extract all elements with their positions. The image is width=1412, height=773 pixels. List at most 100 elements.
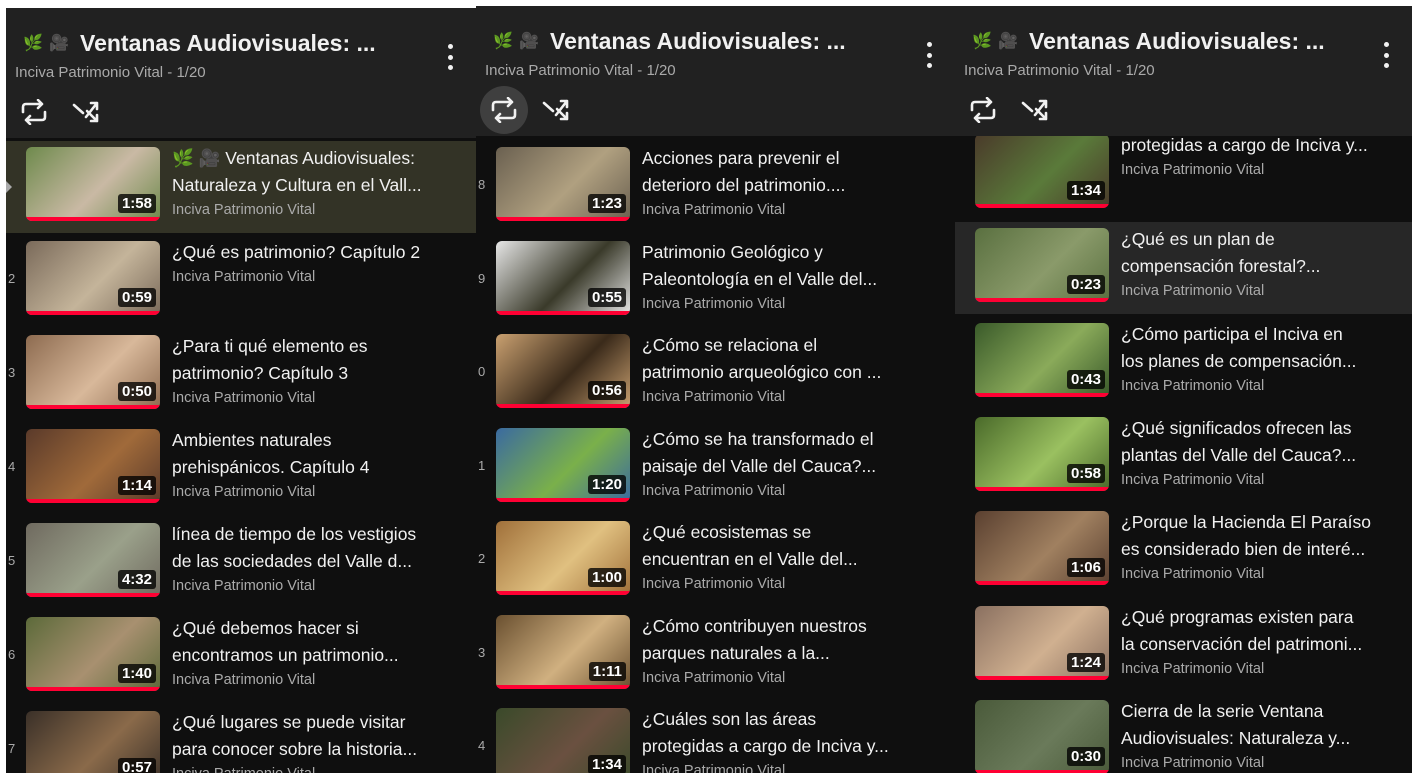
video-title[interactable]: Acciones para prevenir el deterioro del p…	[642, 145, 947, 199]
loop-button[interactable]	[14, 92, 54, 132]
channel-name[interactable]: Inciva Patrimonio Vital	[1121, 566, 1404, 582]
video-title[interactable]: ¿Cómo se ha transformado el paisaje del V…	[642, 426, 947, 480]
video-title[interactable]: protegidas a cargo de Inciva y...	[1121, 136, 1404, 159]
channel-name[interactable]: Inciva Patrimonio Vital	[1121, 162, 1404, 178]
video-title[interactable]: ¿Qué es patrimonio? Capítulo 2	[172, 239, 468, 266]
video-thumbnail[interactable]: 1:00	[496, 521, 630, 595]
playlist-item[interactable]: 0:30 Cierra de la serie Ventana Audiovisua…	[955, 694, 1412, 773]
channel-name[interactable]: Inciva Patrimonio Vital	[172, 390, 468, 406]
more-vert-icon[interactable]	[448, 44, 454, 70]
video-thumbnail[interactable]: 1:11	[496, 614, 630, 689]
video-thumbnail[interactable]: 0:23	[975, 228, 1109, 303]
playlist-item[interactable]: 6 1:40 ¿Qué debemos hacer si encontramos un…	[6, 611, 476, 703]
channel-name[interactable]: Inciva Patrimonio Vital	[642, 296, 947, 312]
channel-name[interactable]: Inciva Patrimonio Vital	[172, 766, 468, 773]
playlist-item[interactable]: 4 1:34 ¿Cuáles son las áreas protegidas a c…	[476, 702, 955, 773]
channel-name[interactable]: Inciva Patrimonio Vital	[172, 578, 468, 594]
playlist-title-row[interactable]: 🌿 🎥 Ventanas Audiovisuales: ...	[969, 24, 1372, 58]
playlist-item[interactable]: 0:43 ¿Cómo participa el Inciva en los plan…	[955, 317, 1412, 409]
channel-name[interactable]: Inciva Patrimonio Vital	[642, 483, 947, 499]
video-title[interactable]: Cierra de la serie Ventana Audiovisuales:…	[1121, 698, 1404, 752]
video-thumbnail[interactable]: 0:55	[496, 240, 630, 315]
playlist-item[interactable]: 1:34 protegidas a cargo de Inciva y... Inc…	[955, 136, 1412, 220]
playlist-item[interactable]: 7 0:57 ¿Qué lugares se puede visitar para c…	[6, 705, 476, 773]
video-title[interactable]: 🌿 🎥 Ventanas Audiovisuales: Naturaleza y …	[172, 145, 468, 199]
video-title[interactable]: ¿Porque la Hacienda El Paraíso es conside…	[1121, 509, 1404, 563]
video-thumbnail[interactable]: 1:24	[975, 605, 1109, 680]
video-title[interactable]: Ambientes naturales prehispánicos. Capítu…	[172, 427, 468, 481]
playlist-item[interactable]: 5 4:32 línea de tiempo de los vestigios de …	[6, 517, 476, 609]
video-title[interactable]: ¿Cómo contribuyen nuestros parques natura…	[642, 613, 947, 667]
video-thumbnail[interactable]: 1:23	[496, 147, 630, 221]
playlist-item[interactable]: 1 1:20 ¿Cómo se ha transformado el paisaje …	[476, 422, 955, 514]
video-thumbnail[interactable]: 0:56	[496, 334, 630, 408]
shuffle-button[interactable]	[536, 90, 576, 130]
video-title[interactable]: ¿Qué programas existen para la conservaci…	[1121, 604, 1404, 658]
video-title[interactable]: línea de tiempo de los vestigios de las s…	[172, 521, 468, 575]
channel-name[interactable]: Inciva Patrimonio Vital	[1121, 378, 1404, 394]
video-thumbnail[interactable]: 1:34	[496, 708, 630, 773]
playlist-item[interactable]: 0:58 ¿Qué significados ofrecen las plantas…	[955, 411, 1412, 503]
channel-name[interactable]: Inciva Patrimonio Vital	[642, 763, 947, 773]
video-title[interactable]: ¿Cómo se relaciona el patrimonio arqueoló…	[642, 332, 947, 386]
video-thumbnail[interactable]: 0:30	[975, 699, 1109, 773]
playlist-item[interactable]: 2 1:00 ¿Qué ecosistemas se encuentran en el…	[476, 515, 955, 607]
channel-name[interactable]: Inciva Patrimonio Vital	[1121, 755, 1404, 771]
playlist-title[interactable]: Ventanas Audiovisuales: ...	[80, 30, 376, 57]
channel-name[interactable]: Inciva Patrimonio Vital	[172, 484, 468, 500]
video-title[interactable]: ¿Cuáles son las áreas protegidas a cargo …	[642, 706, 947, 760]
video-title[interactable]: ¿Qué lugares se puede visitar para conoce…	[172, 709, 468, 763]
playlist-subtitle[interactable]: Inciva Patrimonio Vital - 1/20	[485, 62, 676, 79]
video-thumbnail[interactable]: 0:59	[26, 241, 160, 315]
video-title[interactable]: Patrimonio Geológico y Paleontología en e…	[642, 239, 947, 293]
channel-name[interactable]: Inciva Patrimonio Vital	[642, 576, 947, 592]
video-thumbnail[interactable]: 1:40	[26, 617, 160, 691]
playlist-item[interactable]: 2 0:59 ¿Qué es patrimonio? Capítulo 2 Inciv…	[6, 235, 476, 327]
channel-name[interactable]: Inciva Patrimonio Vital	[172, 672, 468, 688]
video-title[interactable]: ¿Qué debemos hacer si encontramos un patr…	[172, 615, 468, 669]
loop-button[interactable]	[963, 90, 1003, 130]
more-vert-icon[interactable]	[1384, 42, 1390, 68]
shuffle-button[interactable]	[66, 92, 106, 132]
video-thumbnail[interactable]: 4:32	[26, 523, 160, 597]
video-title[interactable]: ¿Para ti qué elemento es patrimonio? Capí…	[172, 333, 468, 387]
video-thumbnail[interactable]: 1:14	[26, 429, 160, 503]
playlist-item[interactable]: 1:24 ¿Qué programas existen para la conser…	[955, 600, 1412, 692]
video-thumbnail[interactable]: 1:20	[496, 427, 630, 502]
playlist-title-row[interactable]: 🌿 🎥 Ventanas Audiovisuales: ...	[490, 24, 915, 58]
shuffle-button[interactable]	[1015, 90, 1055, 130]
video-thumbnail[interactable]: 0:50	[26, 335, 160, 409]
video-thumbnail[interactable]: 1:34	[975, 136, 1109, 208]
loop-button[interactable]	[480, 86, 528, 134]
video-thumbnail[interactable]: 0:43	[975, 322, 1109, 397]
playlist-item[interactable]: 4 1:14 Ambientes naturales prehispánicos. C…	[6, 423, 476, 515]
channel-name[interactable]: Inciva Patrimonio Vital	[172, 269, 468, 285]
channel-name[interactable]: Inciva Patrimonio Vital	[642, 670, 947, 686]
video-title[interactable]: ¿Cómo participa el Inciva en los planes d…	[1121, 321, 1404, 375]
more-vert-icon[interactable]	[927, 42, 933, 68]
playlist-item[interactable]: 1:06 ¿Porque la Hacienda El Paraíso es con…	[955, 505, 1412, 597]
video-title[interactable]: ¿Qué ecosistemas se encuentran en el Vall…	[642, 519, 947, 573]
playlist-item[interactable]: 0 0:56 ¿Cómo se relaciona el patrimonio arq…	[476, 328, 955, 420]
playlist-subtitle[interactable]: Inciva Patrimonio Vital - 1/20	[964, 62, 1155, 79]
playlist-item[interactable]: 8 1:23 Acciones para prevenir el deterioro …	[476, 141, 955, 233]
playlist-item[interactable]: 0:23 ¿Qué es un plan de compensación fores…	[955, 222, 1412, 315]
playlist-subtitle[interactable]: Inciva Patrimonio Vital - 1/20	[15, 64, 206, 81]
video-thumbnail[interactable]: 1:58	[26, 147, 160, 221]
playlist-title[interactable]: Ventanas Audiovisuales: ...	[1029, 28, 1325, 55]
channel-name[interactable]: Inciva Patrimonio Vital	[1121, 472, 1404, 488]
playlist-title-row[interactable]: 🌿 🎥 Ventanas Audiovisuales: ...	[20, 26, 436, 60]
playlist-item[interactable]: 1:58 🌿 🎥 Ventanas Audiovisuales: Naturalez…	[6, 141, 476, 233]
playlist-item[interactable]: 3 0:50 ¿Para ti qué elemento es patrimonio?…	[6, 329, 476, 421]
playlist-item[interactable]: 9 0:55 Patrimonio Geológico y Paleontología…	[476, 235, 955, 327]
channel-name[interactable]: Inciva Patrimonio Vital	[172, 202, 468, 218]
channel-name[interactable]: Inciva Patrimonio Vital	[642, 202, 947, 218]
video-thumbnail[interactable]: 0:58	[975, 416, 1109, 491]
channel-name[interactable]: Inciva Patrimonio Vital	[1121, 283, 1404, 299]
video-thumbnail[interactable]: 1:06	[975, 511, 1109, 586]
channel-name[interactable]: Inciva Patrimonio Vital	[1121, 661, 1404, 677]
playlist-item[interactable]: 3 1:11 ¿Cómo contribuyen nuestros parques n…	[476, 609, 955, 701]
playlist-title[interactable]: Ventanas Audiovisuales: ...	[550, 28, 846, 55]
channel-name[interactable]: Inciva Patrimonio Vital	[642, 389, 947, 405]
video-thumbnail[interactable]: 0:57	[26, 711, 160, 773]
